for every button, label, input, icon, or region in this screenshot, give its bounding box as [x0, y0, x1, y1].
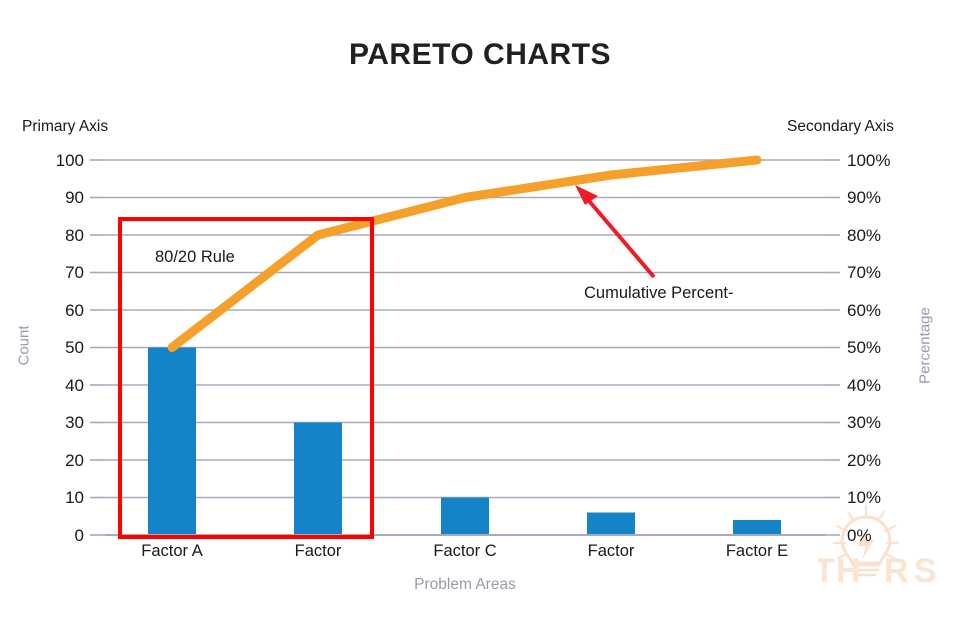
x-tick-label-factor-c: Factor C	[433, 542, 497, 560]
eighty-twenty-rule-label: 80/20 Rule	[155, 248, 235, 266]
y2-tick-label: 90%	[847, 188, 882, 207]
y-tick-label: 20	[65, 451, 84, 470]
y2-tick-label: 80%	[847, 226, 882, 245]
y2-tick-label: 10%	[847, 488, 882, 507]
y-tick-label: 80	[65, 226, 84, 245]
y-tick-label: 10	[65, 488, 84, 507]
bar-factor-d	[587, 512, 635, 535]
cumulative-percent-callout-arrow	[575, 185, 656, 279]
y2-tick-label: 30%	[847, 413, 882, 432]
y-tick-label: 50	[65, 338, 84, 357]
y-tick-label: 0	[74, 526, 84, 545]
x-tick-label-factor-a: Factor A	[141, 542, 203, 560]
bar-factor-c	[441, 497, 489, 535]
bar-factor-b	[294, 422, 342, 535]
bar-factor-e	[733, 520, 781, 535]
y-tick-label: 100	[55, 151, 84, 170]
cumulative-percent-callout-label: Cumulative Percent-	[584, 284, 734, 302]
y2-tick-label: 70%	[847, 263, 882, 282]
pareto-chart-figure: PARETO CHARTS Primary Axis Secondary Axi…	[0, 0, 960, 640]
bar-factor-a	[148, 347, 196, 535]
y-tick-label: 70	[65, 263, 84, 282]
x-tick-label-factor-e: Factor E	[725, 542, 789, 560]
bar-series	[148, 347, 781, 535]
left-tick-marks	[90, 159, 105, 536]
right-tick-marks	[825, 159, 840, 536]
y2-tick-label: 0%	[847, 526, 872, 545]
y2-tick-label: 20%	[847, 451, 882, 470]
y-tick-label: 40	[65, 376, 84, 395]
y2-tick-label: 40%	[847, 376, 882, 395]
y-tick-label: 30	[65, 413, 84, 432]
x-tick-label-factor-d: Factor	[587, 542, 635, 560]
cumulative-percent-line	[167, 155, 762, 352]
y-tick-label: 60	[65, 301, 84, 320]
y2-tick-label: 50%	[847, 338, 882, 357]
x-tick-label-factor-b: Factor	[294, 542, 342, 560]
y-tick-label: 90	[65, 188, 84, 207]
gridlines	[105, 159, 825, 536]
y2-tick-label: 100%	[847, 151, 891, 170]
y2-tick-label: 60%	[847, 301, 882, 320]
